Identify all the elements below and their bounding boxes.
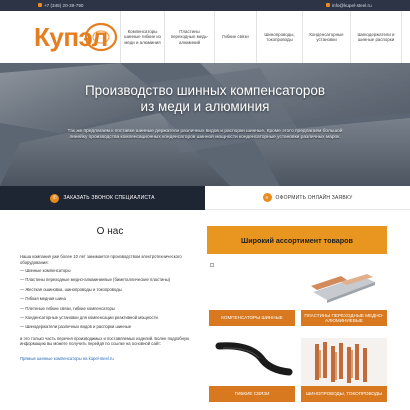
about-section: О нас Наша компания уже более 10 лет зан…	[20, 226, 200, 410]
phone-icon	[38, 3, 42, 7]
flexible-links-image	[209, 338, 295, 386]
nav-item-bus-holders[interactable]: Шинодержатели и шинные распорки	[350, 11, 402, 63]
list-item: — Гибкая медная шина	[20, 296, 66, 302]
email-address[interactable]: info@kupel-steel.ru	[332, 3, 372, 8]
about-intro: Наша компания уже более 10 лет занимаетс…	[20, 254, 182, 265]
product-caption[interactable]: ГИБКИЕ СВЯЗИ	[209, 386, 295, 402]
nav-item-transition-plates[interactable]: Пластины переходные медь-алюминий	[164, 11, 214, 63]
about-title: О нас	[96, 226, 124, 237]
callback-button[interactable]: ✆ ЗАКАЗАТЬ ЗВОНОК СПЕЦИАЛИСТА	[0, 186, 205, 210]
list-item: — Жесткая ошиновка, шинопроводы и токопр…	[20, 286, 122, 292]
nav-item-capacitor-units[interactable]: Конденсаторные установки	[302, 11, 350, 63]
email-contact[interactable]: info@kupel-steel.ru	[326, 3, 372, 8]
phone-contact[interactable]: +7 (345) 20-39-790	[38, 3, 83, 8]
mail-icon	[326, 3, 330, 7]
hero-background-image	[0, 63, 410, 186]
list-item: — Шинодержатели различных видов и распор…	[20, 324, 132, 330]
product-card-transition-plates[interactable]: ПЛАСТИНЫ ПЕРЕХОДНЫЕ МЕДНО-АЛЮМИНИЕВЫЕ	[301, 262, 387, 326]
form-icon: ≡	[262, 193, 272, 202]
callback-label: ЗАКАЗАТЬ ЗВОНОК СПЕЦИАЛИСТА	[63, 195, 155, 201]
product-image[interactable]	[301, 262, 387, 310]
list-item: — Плетеные гибкие связи, гибкие компенса…	[20, 305, 115, 311]
phone-number[interactable]: +7 (345) 20-39-790	[44, 3, 83, 8]
hero-title-line1: Производство шинных компенсаторов	[84, 83, 326, 98]
broken-image-icon	[210, 263, 214, 267]
about-list: — Шинные компенсаторы — Пластины переход…	[20, 268, 200, 330]
nav-item-flexible-links[interactable]: Гибкие связи	[214, 11, 256, 63]
hero-title: Производство шинных компенсаторов из мед…	[0, 83, 410, 115]
main-nav: Компенсаторы шинные гибкие из меди и алю…	[120, 11, 402, 63]
product-caption[interactable]: ПЛАСТИНЫ ПЕРЕХОДНЫЕ МЕДНО-АЛЮМИНИЕВЫЕ	[301, 310, 387, 326]
cta-row: ✆ ЗАКАЗАТЬ ЗВОНОК СПЕЦИАЛИСТА ≡ ОФОРМИТЬ…	[0, 186, 410, 210]
product-card-compensators[interactable]: КОМПЕНСАТОРЫ ШИННЫЕ	[209, 262, 295, 326]
product-image[interactable]	[209, 338, 295, 386]
assortment-title: Широкий ассортимент товаров	[207, 226, 387, 254]
product-card-busways[interactable]: ШИНОПРОВОДЫ, ТОКОПРОВОДЫ	[301, 338, 387, 402]
about-more-info: и это только часть перечня производимых …	[20, 335, 190, 347]
product-caption[interactable]: КОМПЕНСАТОРЫ ШИННЫЕ	[209, 310, 295, 326]
hero-banner: Производство шинных компенсаторов из мед…	[0, 63, 410, 186]
nav-item-compensators[interactable]: Компенсаторы шинные гибкие из меди и алю…	[120, 11, 164, 63]
site-header: Купэл Компенсаторы шинные гибкие из меди…	[0, 11, 410, 63]
product-caption[interactable]: ШИНОПРОВОДЫ, ТОКОПРОВОДЫ	[301, 386, 387, 402]
list-item: — Конденсаторные установки для компенсац…	[20, 315, 158, 321]
order-button[interactable]: ≡ ОФОРМИТЬ ОНЛАЙН ЗАЯВКУ	[205, 186, 410, 210]
logo-text: Купэл	[34, 22, 108, 52]
top-bar: +7 (345) 20-39-790 info@kupel-steel.ru	[0, 0, 410, 11]
busways-image	[301, 338, 387, 386]
phone-icon: ✆	[50, 193, 60, 203]
order-label: ОФОРМИТЬ ОНЛАЙН ЗАЯВКУ	[275, 194, 353, 201]
product-image[interactable]	[301, 338, 387, 386]
nav-item-busways[interactable]: Шинопроводы, токопроводы	[256, 11, 302, 63]
hero-title-line2: из меди и алюминия	[140, 99, 270, 114]
transition-plates-image	[301, 262, 387, 310]
product-card-flexible-links[interactable]: ГИБКИЕ СВЯЗИ	[209, 338, 295, 402]
logo[interactable]: Купэл	[34, 20, 122, 54]
assortment-section: Широкий ассортимент товаров КОМПЕНСАТОРЫ…	[207, 226, 387, 410]
list-item: — Шинные компенсаторы	[20, 268, 71, 273]
list-item: — Пластины переходные медно-алюминиевые …	[20, 277, 171, 283]
main-site-link[interactable]: Прямые шинные компенсаторы на kupel-stee…	[20, 356, 114, 361]
product-image[interactable]	[209, 262, 295, 310]
hero-subtitle: Так же предлагаем к поставке шинные держ…	[67, 129, 343, 141]
